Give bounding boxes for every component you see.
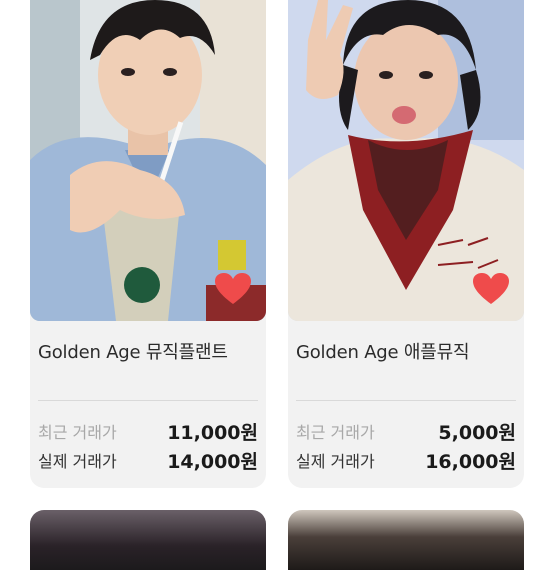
heart-icon[interactable]: [214, 272, 252, 306]
product-photo-next[interactable]: [288, 510, 524, 570]
product-photo-next[interactable]: [30, 510, 266, 570]
heart-icon[interactable]: [472, 272, 510, 306]
product-title[interactable]: Golden Age 애플뮤직: [296, 338, 522, 364]
actual-price-row: 실제 거래가 16,000원: [296, 448, 516, 473]
recent-price-value: 11,000원: [167, 421, 258, 444]
actual-price-value: 16,000원: [425, 450, 516, 473]
actual-price-value: 14,000원: [167, 450, 258, 473]
recent-price-row: 최근 거래가 11,000원: [38, 419, 258, 444]
recent-price-label: 최근 거래가: [296, 423, 375, 442]
recent-price-value: 5,000원: [438, 421, 516, 444]
divider: [296, 400, 516, 401]
actual-price-label: 실제 거래가: [296, 452, 375, 471]
recent-price-row: 최근 거래가 5,000원: [296, 419, 516, 444]
product-card[interactable]: Golden Age 애플뮤직 최근 거래가 5,000원 실제 거래가 16,…: [288, 0, 524, 488]
recent-price-label: 최근 거래가: [38, 423, 117, 442]
product-card[interactable]: Golden Age 뮤직플랜트 최근 거래가 11,000원 실제 거래가 1…: [30, 0, 266, 488]
actual-price-row: 실제 거래가 14,000원: [38, 448, 258, 473]
product-title[interactable]: Golden Age 뮤직플랜트: [38, 338, 264, 364]
divider: [38, 400, 258, 401]
actual-price-label: 실제 거래가: [38, 452, 117, 471]
